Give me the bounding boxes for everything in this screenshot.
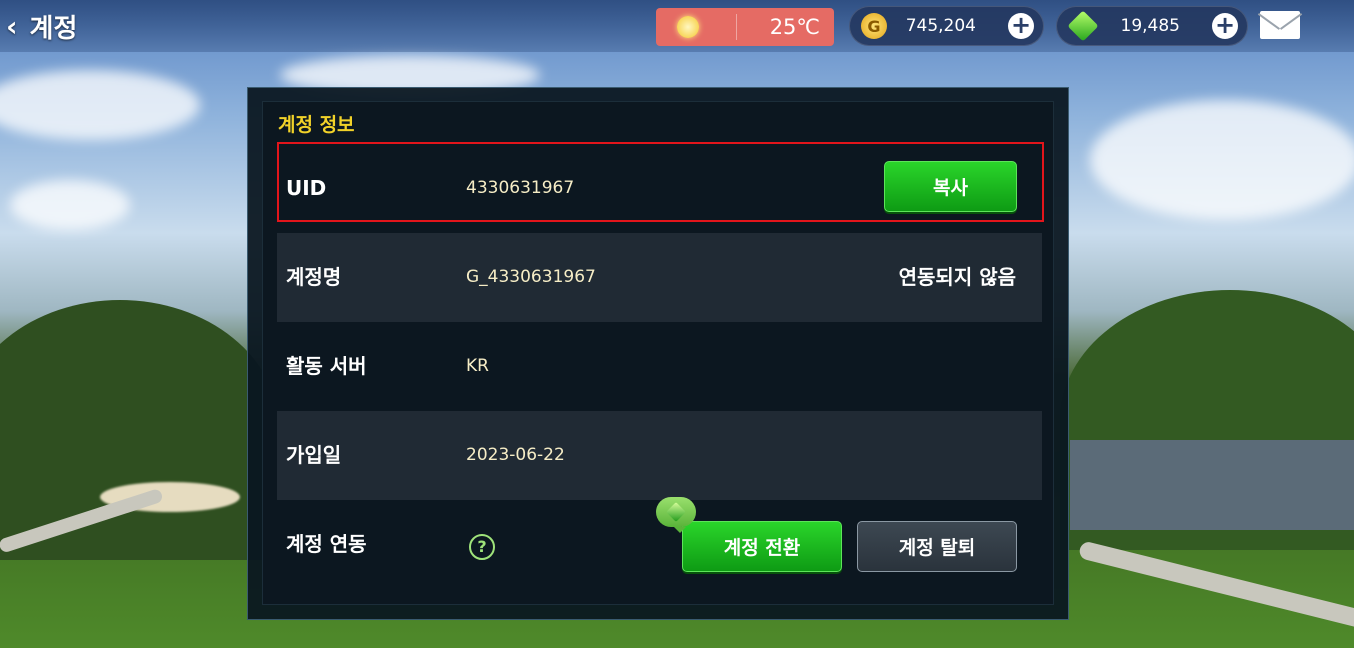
account-name-row: 계정명 G_4330631967 연동되지 않음: [277, 233, 1042, 322]
page-title: 계정: [29, 13, 78, 44]
switch-account-button[interactable]: 계정 전환: [682, 521, 842, 572]
gold-counter: G 745,204 +: [849, 6, 1044, 46]
account-link-label: 계정 연동: [286, 532, 367, 556]
cloud: [0, 70, 200, 140]
gem-amount: 19,485: [1120, 16, 1180, 36]
cloud: [1090, 100, 1354, 220]
clubhouse: [1070, 440, 1354, 530]
cloud: [10, 180, 130, 230]
link-status: 연동되지 않음: [898, 265, 1016, 289]
add-gems-button[interactable]: +: [1212, 13, 1238, 39]
top-bar: ‹ 계정 25℃ G 745,204 + 19,485 +: [0, 0, 1354, 52]
server-label: 활동 서버: [286, 354, 367, 378]
gem-counter: 19,485 +: [1056, 6, 1248, 46]
join-date-value: 2023-06-22: [466, 445, 565, 465]
copy-uid-button[interactable]: 복사: [884, 161, 1017, 212]
join-date-label: 가입일: [286, 443, 342, 467]
section-title: 계정 정보: [278, 114, 355, 136]
help-icon[interactable]: ?: [469, 534, 495, 560]
gem-icon: [1067, 10, 1099, 42]
add-gold-button[interactable]: +: [1008, 13, 1034, 39]
mail-icon[interactable]: [1260, 11, 1300, 39]
chevron-left-icon: ‹: [6, 9, 18, 43]
weather-indicator: 25℃: [656, 8, 834, 46]
tree-line: [0, 300, 280, 560]
sun-icon: [677, 16, 699, 38]
account-name-label: 계정명: [286, 265, 342, 289]
join-date-row: 가입일 2023-06-22: [277, 411, 1042, 500]
cart-path: [1077, 540, 1354, 631]
back-button[interactable]: ‹ 계정: [6, 8, 77, 44]
account-name-value: G_4330631967: [466, 267, 596, 287]
delete-account-button[interactable]: 계정 탈퇴: [857, 521, 1017, 572]
gold-coin-icon: G: [861, 13, 887, 39]
gem-reward-badge: [656, 497, 696, 533]
divider: [736, 14, 737, 40]
server-row: 활동 서버 KR: [277, 322, 1042, 411]
gold-amount: 745,204: [905, 16, 976, 36]
temperature-value: 25℃: [769, 15, 820, 39]
gem-icon: [666, 502, 686, 522]
server-value: KR: [466, 356, 489, 376]
